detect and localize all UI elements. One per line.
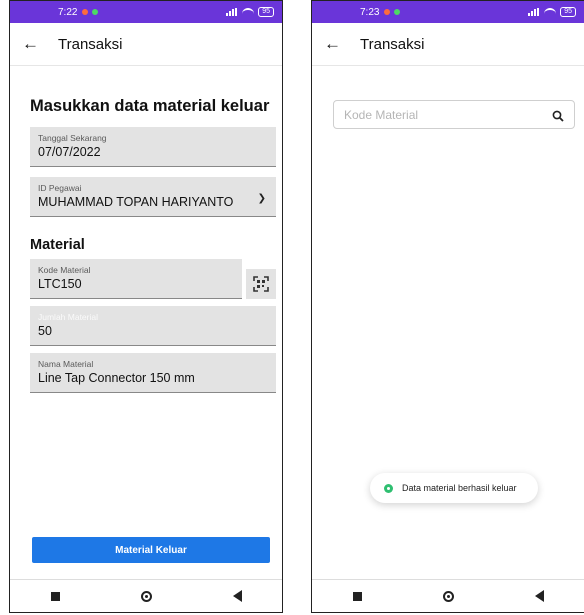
battery-icon: 95 xyxy=(258,7,274,17)
chevron-down-icon[interactable]: ❯ xyxy=(258,193,266,204)
material-code-value: LTC150 xyxy=(38,277,82,291)
material-name-value: Line Tap Connector 150 mm xyxy=(38,371,195,385)
check-circle-icon xyxy=(384,483,393,493)
home-icon[interactable] xyxy=(442,590,454,602)
status-bar: 7:22 95 xyxy=(10,1,282,23)
date-field[interactable]: Tanggal Sekarang 07/07/2022 xyxy=(30,127,276,167)
date-field-label: Tanggal Sekarang xyxy=(38,133,107,143)
date-field-value: 07/07/2022 xyxy=(38,145,101,159)
employee-id-label: ID Pegawai xyxy=(38,183,82,193)
home-icon[interactable] xyxy=(140,590,152,602)
search-icon[interactable] xyxy=(552,109,564,122)
notification-dot-icon xyxy=(82,9,89,15)
recent-apps-icon[interactable] xyxy=(50,591,60,601)
phone-screen-search: 7:23 95 ← Transaksi Data material berhas… xyxy=(311,0,584,613)
page-title: Transaksi xyxy=(360,35,425,53)
search-input[interactable] xyxy=(342,106,546,123)
employee-id-dropdown[interactable]: ID Pegawai MUHAMMAD TOPAN HARIYANTO ❯ xyxy=(30,177,276,217)
section-title-material: Material xyxy=(30,237,85,253)
system-nav-bar xyxy=(312,579,584,612)
back-arrow-icon[interactable]: ← xyxy=(22,34,42,54)
system-nav-bar xyxy=(10,579,282,612)
status-time: 7:22 xyxy=(58,6,78,18)
success-toast: Data material berhasil keluar xyxy=(370,473,538,503)
material-out-button[interactable]: Material Keluar xyxy=(32,537,270,563)
material-quantity-field[interactable]: Jumlah Material 50 xyxy=(30,306,276,346)
app-bar: ← Transaksi xyxy=(10,23,282,66)
app-bar: ← Transaksi xyxy=(312,23,584,66)
status-time: 7:23 xyxy=(360,6,380,18)
nav-back-icon[interactable] xyxy=(534,590,544,602)
battery-icon: 95 xyxy=(560,7,576,17)
recent-apps-icon[interactable] xyxy=(352,591,362,601)
search-icon-glyph xyxy=(552,110,564,122)
signal-icon xyxy=(528,8,540,16)
toast-message: Data material berhasil keluar xyxy=(402,483,517,493)
nav-back-icon[interactable] xyxy=(232,590,242,602)
material-quantity-value: 50 xyxy=(38,324,52,338)
material-quantity-label: Jumlah Material xyxy=(38,312,98,322)
app-indicator-icon xyxy=(394,9,401,15)
qr-scan-icon xyxy=(253,276,269,292)
status-bar: 7:23 95 xyxy=(312,1,584,23)
scan-qr-button[interactable] xyxy=(246,269,276,299)
form-heading: Masukkan data material keluar xyxy=(30,97,270,115)
material-name-label: Nama Material xyxy=(38,359,94,369)
material-code-field[interactable]: Kode Material LTC150 xyxy=(30,259,242,299)
back-arrow-icon[interactable]: ← xyxy=(324,34,344,54)
wifi-icon xyxy=(544,8,557,16)
search-bar[interactable] xyxy=(333,100,575,129)
page-title: Transaksi xyxy=(58,35,123,53)
signal-icon xyxy=(226,8,238,16)
employee-id-value: MUHAMMAD TOPAN HARIYANTO xyxy=(38,195,234,209)
notification-dot-icon xyxy=(384,9,391,15)
phone-screen-transaction-form: 7:22 95 ← Transaksi Masukkan data materi… xyxy=(9,0,283,613)
wifi-icon xyxy=(242,8,255,16)
material-code-label: Kode Material xyxy=(38,265,91,275)
app-indicator-icon xyxy=(92,9,99,15)
material-name-field[interactable]: Nama Material Line Tap Connector 150 mm xyxy=(30,353,276,393)
